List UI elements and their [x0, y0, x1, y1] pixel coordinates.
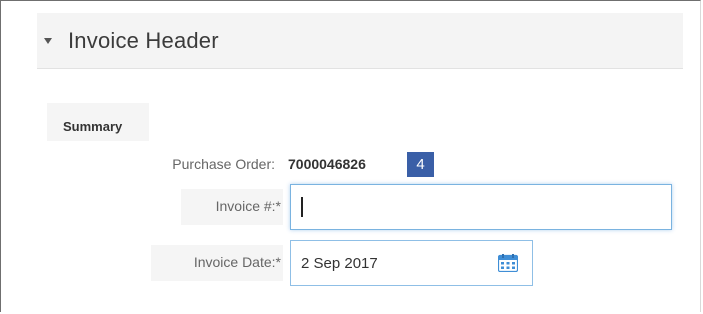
invoice-number-input[interactable] [290, 184, 672, 230]
summary-heading: Summary [63, 119, 123, 134]
invoice-number-label: Invoice #:* [215, 198, 281, 214]
invoice-date-label: Invoice Date:* [193, 254, 281, 270]
invoice-panel: Invoice Header Summary Purchase Order: 7… [0, 0, 701, 312]
invoice-date-field[interactable]: 2 Sep 2017 [290, 240, 533, 286]
invoice-date-value[interactable]: 2 Sep 2017 [301, 255, 498, 272]
purchase-order-value: 7000046826 [288, 156, 366, 172]
text-cursor [301, 197, 303, 217]
invoice-header-toggle[interactable]: Invoice Header [37, 13, 683, 69]
calendar-icon[interactable] [498, 254, 518, 272]
caret-down-icon[interactable] [44, 37, 52, 44]
section-title: Invoice Header [68, 27, 219, 53]
step-badge: 4 [407, 152, 434, 177]
purchase-order-label: Purchase Order: [172, 156, 275, 172]
